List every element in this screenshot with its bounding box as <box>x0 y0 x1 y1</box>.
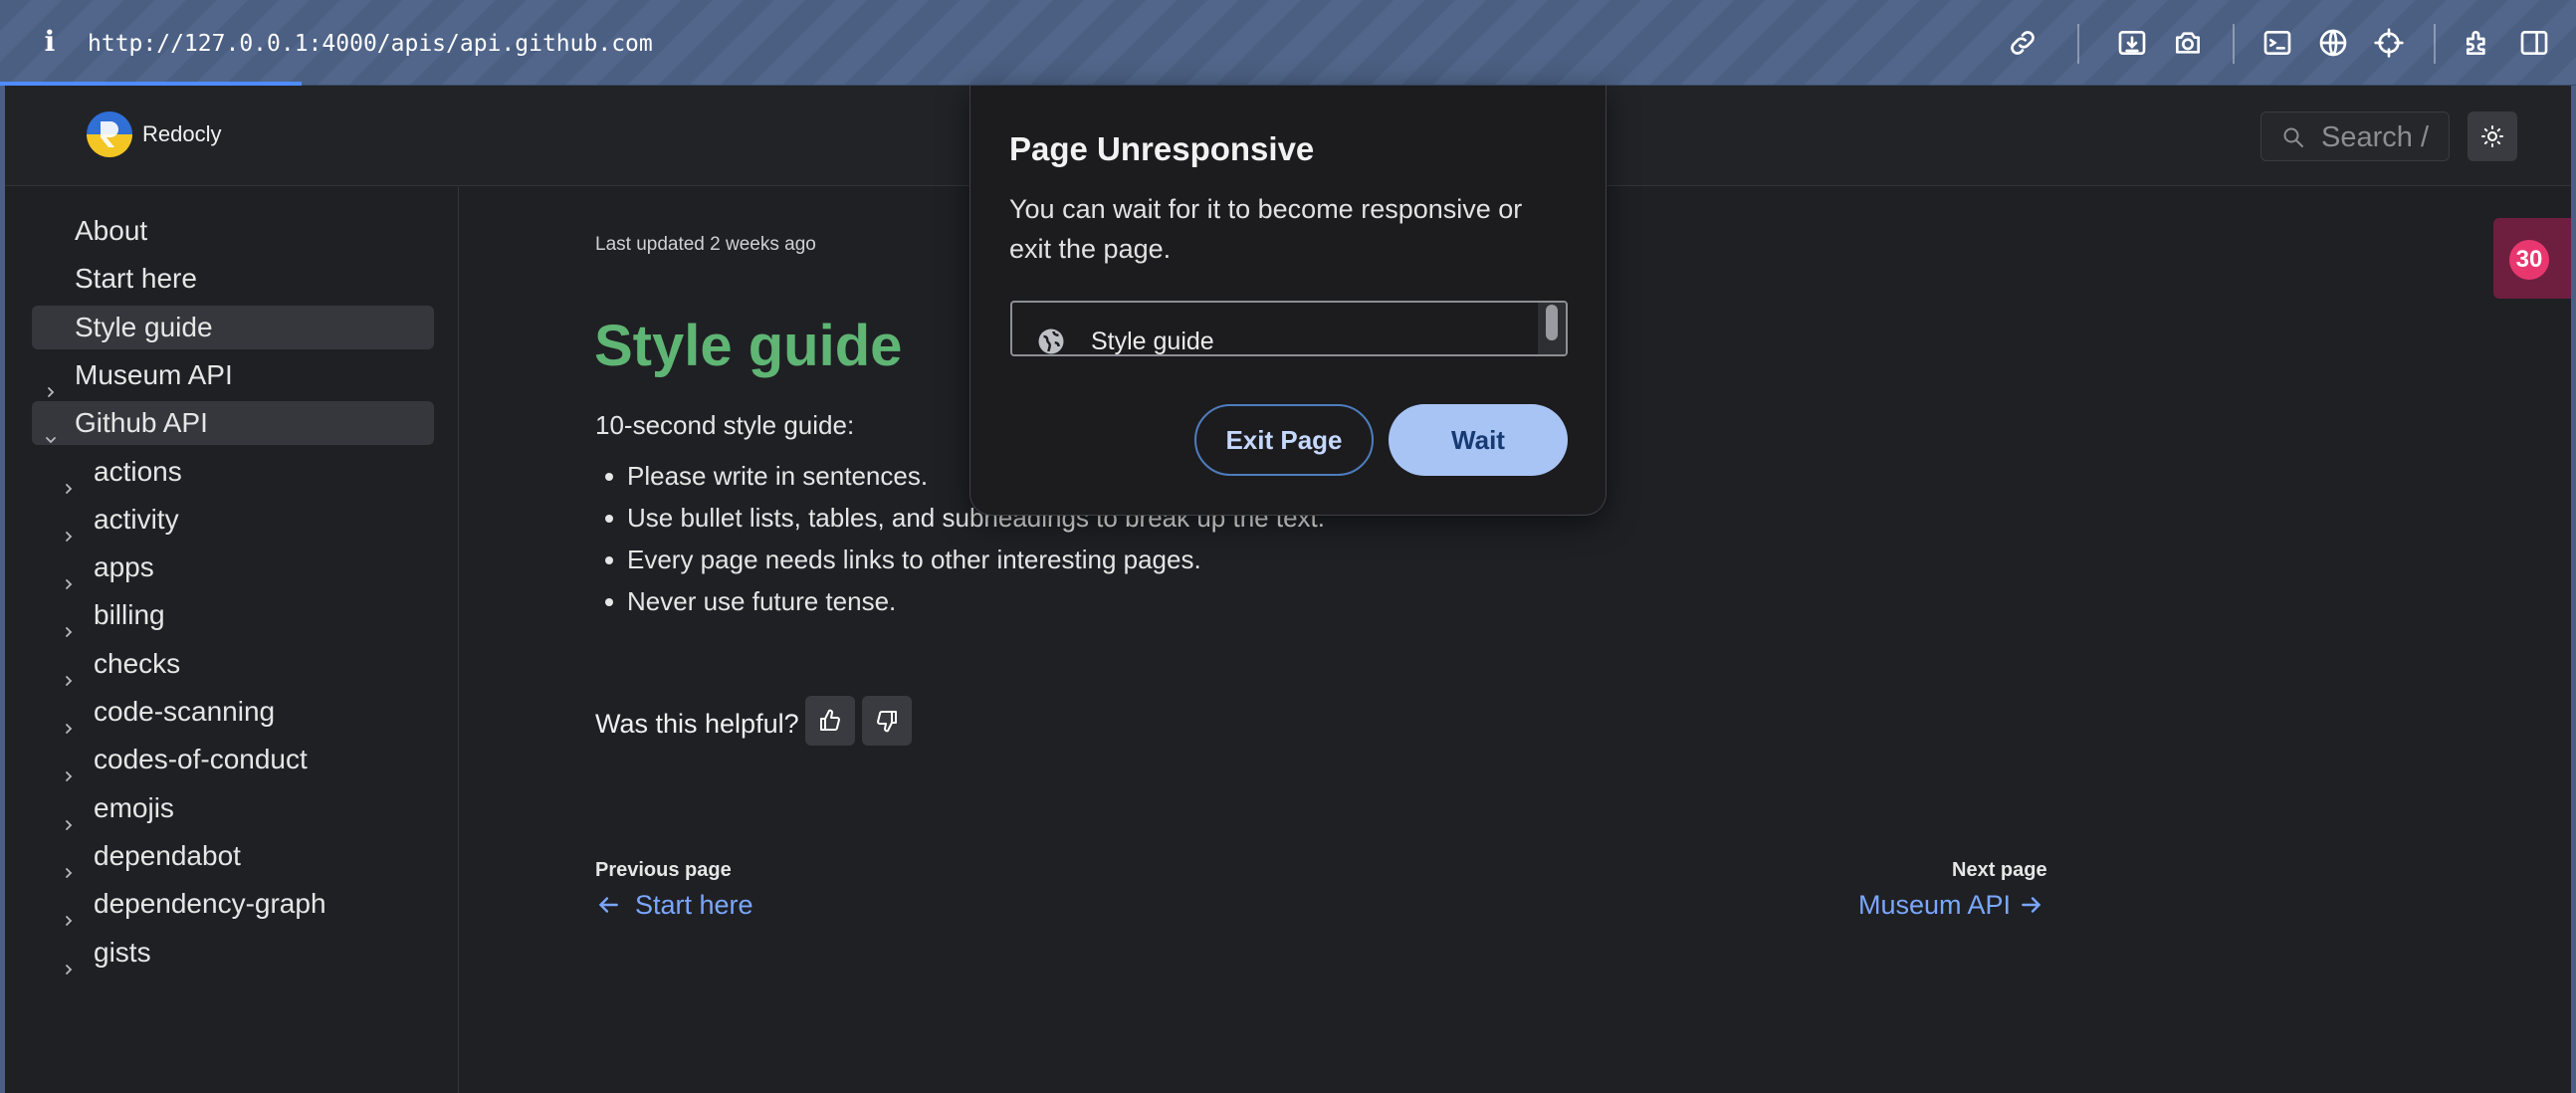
extensions-icon[interactable] <box>2463 27 2494 59</box>
sidebar-item-label: dependency-graph <box>94 888 326 920</box>
sidebar-item-label: Style guide <box>75 311 213 342</box>
frame-border-right <box>2571 86 2576 1093</box>
list-item: Never use future tense. <box>595 583 1325 625</box>
sidebar-item-label: dependabot <box>94 839 241 871</box>
sidebar-item-about[interactable]: About <box>32 209 434 253</box>
sidebar-item-label: Museum API <box>75 358 233 390</box>
download-icon[interactable] <box>2116 27 2148 59</box>
toolbar-separator <box>2434 24 2436 64</box>
next-page-link[interactable]: Museum API <box>1858 888 2011 922</box>
chevron-right-icon[interactable] <box>62 897 76 927</box>
chevron-right-icon[interactable] <box>62 560 76 589</box>
sidebar-item-label: actions <box>94 455 182 487</box>
search-placeholder: Search / <box>2321 121 2430 153</box>
sun-icon <box>2481 125 2503 147</box>
search-input[interactable]: Search / <box>2260 111 2450 161</box>
list-scrollbar[interactable] <box>1538 303 1566 354</box>
sidebar-nav: About Start here Style guide Museum API Gith… <box>5 187 459 1093</box>
camera-icon[interactable] <box>2172 27 2204 59</box>
chevron-right-icon[interactable] <box>62 513 76 542</box>
wait-button[interactable]: Wait <box>1389 404 1568 476</box>
sidebar-item-gists[interactable]: gists <box>32 931 434 975</box>
intro-text: 10-second style guide: <box>595 410 855 440</box>
chevron-right-icon[interactable] <box>62 705 76 734</box>
sidebar-item-activity[interactable]: activity <box>32 498 434 542</box>
sidebar-item-label: Start here <box>75 263 197 295</box>
sidebar-item-dependabot[interactable]: dependabot <box>32 834 434 878</box>
sidebar-item-label: apps <box>94 551 154 583</box>
address-bar[interactable]: http://127.0.0.1:4000/apis/api.github.co… <box>88 28 653 60</box>
sidebar-item-label: About <box>75 215 148 246</box>
toolbar-separator <box>2233 24 2235 64</box>
list-item: Style guide <box>1091 328 1214 355</box>
sidebar-item-actions[interactable]: actions <box>32 450 434 494</box>
chevron-right-icon[interactable] <box>62 753 76 782</box>
chevron-right-icon[interactable] <box>62 849 76 878</box>
exit-page-button[interactable]: Exit Page <box>1194 404 1374 476</box>
arrow-right-icon[interactable] <box>2019 892 2044 918</box>
sidebar-item-label: checks <box>94 647 181 679</box>
page-title: Style guide <box>594 314 903 378</box>
chevron-right-icon[interactable] <box>62 608 76 638</box>
sidebar-item-billing[interactable]: billing <box>32 593 434 638</box>
sidebar-item-label: activity <box>94 503 179 535</box>
theme-toggle-button[interactable] <box>2468 111 2517 161</box>
sidebar-item-dependency-graph[interactable]: dependency-graph <box>32 882 434 927</box>
sidebar-item-label: Github API <box>75 407 208 439</box>
search-icon <box>2281 125 2305 149</box>
chevron-right-icon[interactable] <box>44 368 58 397</box>
chevron-right-icon[interactable] <box>62 465 76 494</box>
unresponsive-pages-list[interactable]: Style guide <box>1010 301 1568 356</box>
feedback-question: Was this helpful? <box>595 709 799 739</box>
logo-text[interactable]: Redocly <box>142 121 221 147</box>
dialog-title: Page Unresponsive <box>1009 130 1315 167</box>
sidebar-item-emojis[interactable]: emojis <box>32 786 434 830</box>
last-updated: Last updated 2 weeks ago <box>595 234 816 255</box>
page-unresponsive-dialog: Page Unresponsive You can wait for it to… <box>969 86 1607 516</box>
site-info-icon[interactable]: i <box>38 26 62 58</box>
thumbs-down-button[interactable] <box>862 696 912 746</box>
chevron-right-icon[interactable] <box>62 801 76 830</box>
sidebar-icon[interactable] <box>2518 27 2550 59</box>
sidebar-item-codes-of-conduct[interactable]: codes-of-conduct <box>32 738 434 782</box>
sidebar-item-code-scanning[interactable]: code-scanning <box>32 690 434 734</box>
sidebar-item-label: emojis <box>94 791 174 823</box>
terminal-icon[interactable] <box>2261 27 2293 59</box>
chevron-down-icon[interactable] <box>44 416 58 444</box>
sidebar-item-museum-api[interactable]: Museum API <box>32 353 434 397</box>
sidebar-item-github-api[interactable]: Github API <box>32 401 434 446</box>
dialog-message: You can wait for it to become responsive… <box>1009 194 1523 264</box>
redocly-logo-icon[interactable] <box>87 111 132 157</box>
chevron-right-icon[interactable] <box>62 946 76 975</box>
sidebar-item-apps[interactable]: apps <box>32 546 434 589</box>
crosshair-icon[interactable] <box>2373 27 2405 59</box>
search-shortcut: / <box>2420 121 2430 153</box>
sidebar-item-label: code-scanning <box>94 696 276 727</box>
scrollbar-thumb[interactable] <box>1546 305 1558 340</box>
thumbs-down-icon <box>877 711 897 733</box>
arrow-left-icon[interactable] <box>595 892 621 918</box>
previous-page-caption: Previous page <box>595 859 732 881</box>
sidebar-item-style-guide[interactable]: Style guide <box>32 305 434 349</box>
next-page-caption: Next page <box>1952 859 2047 881</box>
previous-page-link[interactable]: Start here <box>635 888 753 922</box>
thumbs-up-icon <box>820 709 840 731</box>
list-item: Every page needs links to other interest… <box>595 542 1325 583</box>
sidebar-item-label: gists <box>94 936 151 968</box>
sidebar-item-start-here[interactable]: Start here <box>32 257 434 301</box>
chevron-right-icon[interactable] <box>62 657 76 686</box>
notification-tab[interactable]: 30 <box>2493 218 2571 299</box>
toolbar-separator <box>2077 24 2079 64</box>
link-icon[interactable] <box>2007 27 2039 59</box>
globe-icon[interactable] <box>2317 27 2349 59</box>
browser-toolbar: i http://127.0.0.1:4000/apis/api.github.… <box>0 0 2576 86</box>
notification-badge: 30 <box>2509 240 2549 280</box>
sidebar-item-label: billing <box>94 599 165 631</box>
sidebar-item-checks[interactable]: checks <box>32 642 434 686</box>
sidebar-item-label: codes-of-conduct <box>94 744 308 775</box>
thumbs-up-button[interactable] <box>805 696 855 746</box>
globe-icon <box>1036 327 1066 354</box>
